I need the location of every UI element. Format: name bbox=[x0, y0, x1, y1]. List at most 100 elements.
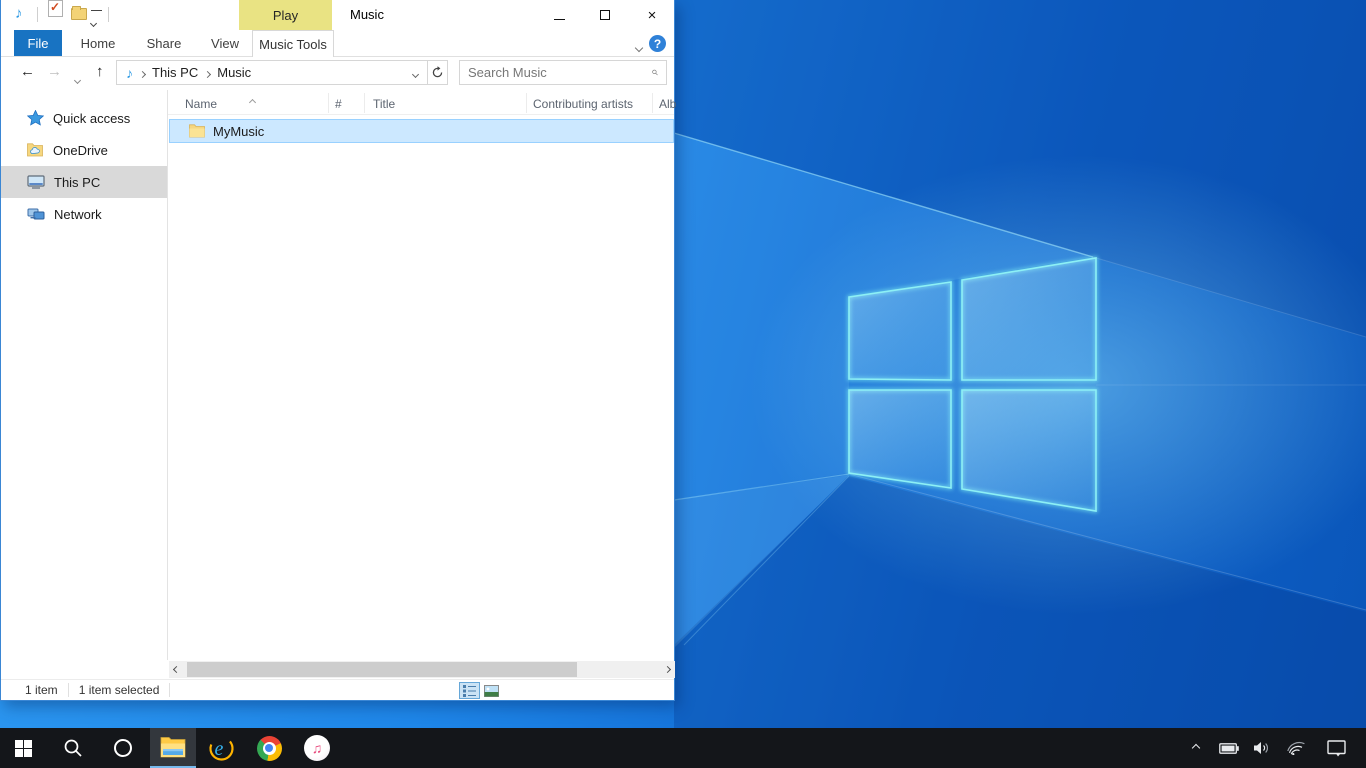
column-separator[interactable] bbox=[652, 93, 653, 113]
collapse-ribbon-chevron-icon[interactable] bbox=[636, 38, 642, 56]
properties-icon[interactable]: ✓ bbox=[48, 0, 63, 17]
system-tray bbox=[1184, 728, 1366, 768]
itunes-button[interactable]: ♫ bbox=[294, 728, 340, 768]
sidebar-item-network[interactable]: Network bbox=[1, 198, 167, 230]
customize-qat-dropdown-icon[interactable] bbox=[91, 10, 102, 31]
network-computers-icon bbox=[27, 207, 45, 222]
itunes-icon: ♫ bbox=[304, 735, 330, 761]
scroll-right-arrow[interactable] bbox=[660, 661, 675, 678]
address-music-note-icon: ♪ bbox=[126, 65, 133, 81]
sidebar-item-quick-access[interactable]: Quick access bbox=[1, 102, 167, 134]
svg-text:e: e bbox=[214, 738, 223, 760]
file-list-area: Name # Title Contributing artists Alb My… bbox=[168, 90, 674, 660]
breadcrumb-this-pc[interactable]: This PC bbox=[152, 65, 198, 80]
monitor-icon bbox=[27, 175, 45, 190]
internet-explorer-button[interactable]: e bbox=[198, 728, 244, 768]
sort-ascending-icon bbox=[250, 92, 255, 110]
chrome-button[interactable] bbox=[246, 728, 292, 768]
title-bar: ♪ ✓ Play Music × bbox=[1, 0, 674, 30]
refresh-icon bbox=[431, 66, 444, 79]
volume-icon[interactable] bbox=[1250, 728, 1274, 768]
sidebar-item-onedrive[interactable]: OneDrive bbox=[1, 134, 167, 166]
selection-count: 1 item selected bbox=[79, 683, 160, 697]
tab-view[interactable]: View bbox=[198, 30, 252, 56]
search-icon[interactable] bbox=[652, 66, 658, 79]
breadcrumb-music[interactable]: Music bbox=[217, 65, 251, 80]
recent-locations-chevron-icon[interactable] bbox=[75, 70, 80, 88]
sidebar-item-label: This PC bbox=[54, 175, 100, 190]
item-count: 1 item bbox=[25, 683, 58, 697]
tab-share[interactable]: Share bbox=[135, 30, 193, 56]
forward-button[interactable]: → bbox=[47, 63, 62, 80]
start-button[interactable] bbox=[0, 728, 46, 768]
maximize-button[interactable] bbox=[588, 0, 622, 30]
search-box bbox=[459, 60, 667, 85]
column-header-number[interactable]: # bbox=[335, 97, 342, 111]
file-explorer-window: ♪ ✓ Play Music × File Home Share View Mu… bbox=[0, 0, 675, 701]
search-input[interactable] bbox=[460, 65, 652, 80]
refresh-button[interactable] bbox=[428, 66, 447, 79]
minimize-icon bbox=[554, 19, 565, 20]
details-view-button[interactable] bbox=[459, 682, 480, 699]
hidden-icons-chevron-icon[interactable] bbox=[1184, 728, 1208, 768]
battery-icon[interactable] bbox=[1217, 728, 1241, 768]
chrome-icon bbox=[257, 736, 282, 761]
onedrive-folder-icon bbox=[27, 143, 44, 157]
breadcrumb-chevron-icon bbox=[140, 65, 145, 80]
tab-music-tools[interactable]: Music Tools bbox=[252, 30, 334, 57]
cortana-button[interactable] bbox=[100, 728, 146, 768]
contextual-group-header: Play bbox=[239, 0, 332, 30]
column-separator[interactable] bbox=[526, 93, 527, 113]
tab-view-label: View bbox=[211, 36, 239, 51]
minimize-button[interactable] bbox=[542, 0, 576, 30]
column-header-name[interactable]: Name bbox=[185, 97, 217, 111]
column-header-album[interactable]: Alb bbox=[659, 97, 676, 111]
address-dropdown-chevron-icon[interactable] bbox=[413, 65, 418, 80]
status-separator bbox=[169, 683, 170, 697]
search-icon bbox=[63, 738, 83, 758]
file-row-mymusic[interactable]: MyMusic bbox=[169, 119, 674, 143]
window-music-note-icon: ♪ bbox=[15, 5, 23, 22]
navigation-pane: Quick access OneDrive This PC bbox=[1, 90, 168, 660]
new-folder-icon[interactable] bbox=[71, 8, 87, 20]
play-header-label: Play bbox=[273, 8, 298, 23]
thumbnail-view-icon bbox=[484, 685, 499, 697]
taskbar-search-button[interactable] bbox=[50, 728, 96, 768]
maximize-icon bbox=[600, 10, 610, 20]
thumbnail-view-button[interactable] bbox=[481, 682, 502, 699]
wifi-icon[interactable] bbox=[1283, 728, 1307, 768]
tab-file[interactable]: File bbox=[14, 30, 62, 56]
sidebar-item-this-pc[interactable]: This PC bbox=[1, 166, 167, 198]
tab-file-label: File bbox=[28, 36, 49, 51]
ribbon-tab-row: File Home Share View Music Tools ? bbox=[1, 30, 674, 57]
tab-home[interactable]: Home bbox=[70, 30, 126, 56]
close-button[interactable]: × bbox=[635, 0, 669, 30]
taskbar-file-explorer-button[interactable] bbox=[150, 728, 196, 768]
sidebar-item-label: OneDrive bbox=[53, 143, 108, 158]
action-center-icon[interactable] bbox=[1316, 728, 1356, 768]
internet-explorer-icon: e bbox=[208, 735, 235, 762]
sidebar-item-label: Network bbox=[54, 207, 102, 222]
cortana-circle-icon bbox=[113, 738, 133, 758]
column-separator[interactable] bbox=[328, 93, 329, 113]
column-header-title[interactable]: Title bbox=[373, 97, 395, 111]
navigation-bar: ← → ↑ ♪ This PC Music bbox=[1, 57, 674, 89]
help-button[interactable]: ? bbox=[649, 35, 666, 52]
tab-share-label: Share bbox=[147, 36, 182, 51]
column-separator[interactable] bbox=[364, 93, 365, 113]
column-header-contributing-artists[interactable]: Contributing artists bbox=[533, 97, 633, 111]
back-button[interactable]: ← bbox=[20, 63, 35, 80]
star-icon bbox=[27, 110, 44, 126]
status-bar: 1 item 1 item selected bbox=[1, 679, 674, 700]
status-separator bbox=[68, 683, 69, 697]
scrollbar-thumb[interactable] bbox=[187, 662, 577, 677]
qat-separator bbox=[37, 7, 38, 22]
up-button[interactable]: ↑ bbox=[96, 63, 104, 80]
scroll-left-arrow[interactable] bbox=[169, 661, 184, 678]
tab-music-tools-label: Music Tools bbox=[259, 37, 327, 52]
windows-start-icon bbox=[15, 740, 32, 757]
file-name: MyMusic bbox=[213, 124, 264, 139]
main-content: Quick access OneDrive This PC bbox=[1, 90, 674, 660]
horizontal-scrollbar[interactable] bbox=[169, 661, 675, 678]
address-bar[interactable]: ♪ This PC Music bbox=[116, 60, 448, 85]
